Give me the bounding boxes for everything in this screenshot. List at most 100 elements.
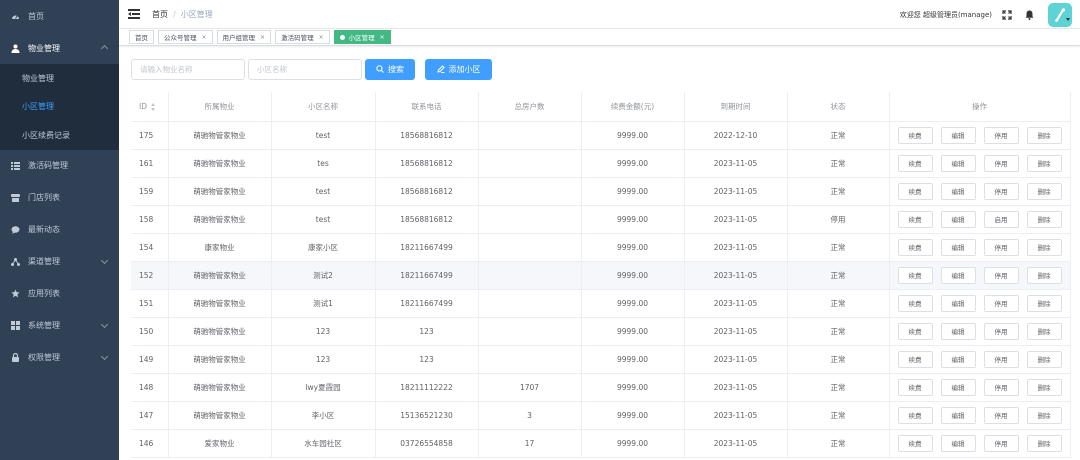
avatar[interactable]: [1048, 2, 1072, 27]
toggle-button[interactable]: 停用: [983, 294, 1019, 312]
edit-button[interactable]: 编辑: [940, 350, 976, 368]
sidebar-item-permissions[interactable]: 权限管理: [0, 342, 119, 374]
bell-icon[interactable]: [1025, 10, 1035, 20]
renew-button[interactable]: 续费: [897, 350, 933, 368]
renew-button[interactable]: 续费: [897, 182, 933, 200]
delete-button[interactable]: 删除: [1026, 154, 1062, 172]
toggle-button[interactable]: 停用: [983, 266, 1019, 284]
fullscreen-icon[interactable]: [1002, 9, 1012, 20]
close-icon[interactable]: ×: [319, 34, 324, 41]
row-actions: 续费 编辑 停用 删除: [890, 266, 1070, 284]
sidebar-item-system[interactable]: 系统管理: [0, 310, 119, 342]
cell-phone: 18211112222: [375, 373, 479, 402]
tag-activation-codes[interactable]: 激活码管理 ×: [275, 30, 330, 44]
tag-home[interactable]: 首页: [129, 30, 154, 44]
delete-button[interactable]: 删除: [1026, 210, 1062, 228]
delete-button[interactable]: 删除: [1026, 126, 1062, 144]
edit-button[interactable]: 编辑: [940, 126, 976, 144]
cell-amount: 9999.00: [581, 205, 685, 234]
cell-id: 175: [131, 121, 169, 150]
delete-button[interactable]: 删除: [1026, 378, 1062, 396]
renew-button[interactable]: 续费: [897, 126, 933, 144]
breadcrumb-home[interactable]: 首页: [152, 9, 168, 20]
delete-button[interactable]: 删除: [1026, 182, 1062, 200]
hamburger-icon[interactable]: [128, 9, 140, 19]
cell-id: 158: [131, 205, 169, 234]
cell-actions: 续费 编辑 停用 删除: [889, 429, 1071, 458]
sidebar-item-property[interactable]: 物业管理: [0, 32, 119, 64]
delete-button[interactable]: 删除: [1026, 350, 1062, 368]
sidebar-subitem-community[interactable]: 小区管理: [0, 93, 119, 122]
sidebar-item-stores[interactable]: 门店列表: [0, 182, 119, 214]
edit-button[interactable]: 编辑: [940, 210, 976, 228]
tag-user-groups[interactable]: 用户组管理 ×: [216, 30, 272, 44]
sidebar-item-apps[interactable]: 应用列表: [0, 278, 119, 310]
sidebar-item-channels[interactable]: 渠道管理: [0, 246, 119, 278]
cell-status: 正常: [787, 317, 890, 346]
cell-expire: 2023-11-05: [684, 149, 788, 178]
column-header-id[interactable]: ID: [131, 92, 169, 122]
navbar: 首页 / 小区管理 欢迎您 超级管理员(manage): [119, 0, 1080, 29]
toggle-button[interactable]: 停用: [983, 378, 1019, 396]
community-name-input[interactable]: [248, 59, 362, 80]
cell-id: 146: [131, 429, 169, 458]
cell-status: 正常: [787, 121, 890, 150]
renew-button[interactable]: 续费: [897, 434, 933, 452]
toggle-button[interactable]: 停用: [983, 154, 1019, 172]
sidebar-subitem-renewal-records[interactable]: 小区续费记录: [0, 121, 119, 150]
renew-button[interactable]: 续费: [897, 238, 933, 256]
edit-button[interactable]: 编辑: [940, 294, 976, 312]
cell-actions: 续费 编辑 停用 删除: [889, 121, 1071, 150]
toggle-button[interactable]: 停用: [983, 126, 1019, 144]
add-community-button[interactable]: 添加小区: [425, 59, 492, 80]
search-button[interactable]: 搜索: [365, 59, 415, 80]
sort-icon[interactable]: [151, 102, 156, 111]
toggle-button[interactable]: 停用: [983, 434, 1019, 452]
close-icon[interactable]: ×: [380, 34, 385, 41]
row-actions: 续费 编辑 停用 删除: [890, 350, 1070, 368]
table-row: 147 萌驰物管家物业 李小区 15136521230 3 9999.00 2023-11-…: [131, 401, 1071, 430]
sidebar-item-home[interactable]: 首页: [0, 0, 119, 32]
toggle-button[interactable]: 停用: [983, 238, 1019, 256]
toggle-button[interactable]: 启用: [983, 210, 1019, 228]
renew-button[interactable]: 续费: [897, 154, 933, 172]
tag-official-accounts[interactable]: 公众号管理 ×: [158, 30, 213, 44]
edit-button[interactable]: 编辑: [940, 266, 976, 284]
sidebar-item-activation-codes[interactable]: 激活码管理: [0, 150, 119, 182]
toggle-button[interactable]: 停用: [983, 322, 1019, 340]
row-actions: 续费 编辑 停用 删除: [890, 406, 1070, 424]
renew-button[interactable]: 续费: [897, 322, 933, 340]
renew-button[interactable]: 续费: [897, 266, 933, 284]
edit-button[interactable]: 编辑: [940, 434, 976, 452]
sidebar-item-news[interactable]: 最新动态: [0, 214, 119, 246]
property-name-input[interactable]: [131, 59, 245, 80]
edit-button[interactable]: 编辑: [940, 154, 976, 172]
sidebar-subitem-property[interactable]: 物业管理: [0, 64, 119, 93]
close-icon[interactable]: ×: [260, 34, 265, 41]
close-icon[interactable]: ×: [202, 34, 207, 41]
toggle-button[interactable]: 停用: [983, 182, 1019, 200]
renew-button[interactable]: 续费: [897, 406, 933, 424]
edit-button[interactable]: 编辑: [940, 238, 976, 256]
toggle-button[interactable]: 停用: [983, 350, 1019, 368]
edit-button[interactable]: 编辑: [940, 182, 976, 200]
edit-button[interactable]: 编辑: [940, 378, 976, 396]
cell-expire: 2023-11-05: [684, 177, 788, 206]
tag-community[interactable]: 小区管理 ×: [333, 30, 391, 44]
edit-button[interactable]: 编辑: [940, 406, 976, 424]
delete-button[interactable]: 删除: [1026, 322, 1062, 340]
delete-button[interactable]: 删除: [1026, 238, 1062, 256]
cell-actions: 续费 编辑 停用 删除: [889, 317, 1071, 346]
renew-button[interactable]: 续费: [897, 378, 933, 396]
renew-button[interactable]: 续费: [897, 210, 933, 228]
delete-button[interactable]: 删除: [1026, 266, 1062, 284]
edit-button[interactable]: 编辑: [940, 322, 976, 340]
cell-actions: 续费 编辑 停用 删除: [889, 345, 1071, 374]
cell-property: 爱家物业: [168, 429, 272, 458]
toggle-button[interactable]: 停用: [983, 406, 1019, 424]
delete-button[interactable]: 删除: [1026, 294, 1062, 312]
delete-button[interactable]: 删除: [1026, 434, 1062, 452]
renew-button[interactable]: 续费: [897, 294, 933, 312]
cell-actions: 续费 编辑 停用 删除: [889, 149, 1071, 178]
delete-button[interactable]: 删除: [1026, 406, 1062, 424]
